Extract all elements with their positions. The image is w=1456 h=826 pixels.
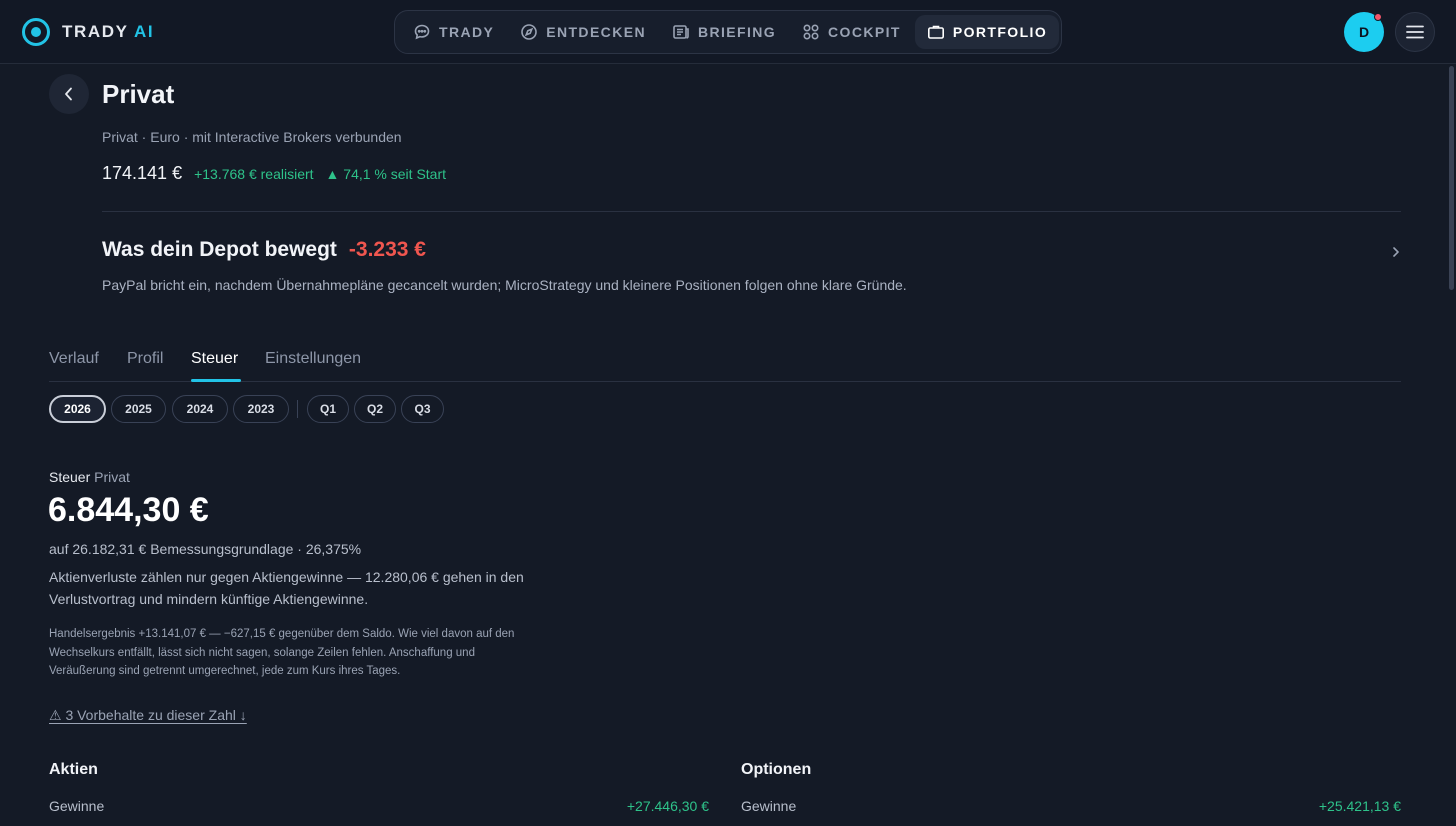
notification-dot [1374, 13, 1382, 21]
nav-item-portfolio[interactable]: PORTFOLIO [914, 15, 1060, 49]
brand[interactable]: TRADY AI [22, 18, 154, 46]
tab-profil[interactable]: Profil [127, 350, 163, 368]
page-title: Privat [102, 79, 175, 109]
optionen-gains-label: Gewinne [741, 798, 797, 814]
aktien-gains-value: +27.446,30 € [626, 798, 709, 814]
optionen-gains-value: +25.421,13 € [1318, 798, 1401, 814]
tab-steuer[interactable]: Steuer [191, 350, 238, 368]
nav-label: PORTFOLIO [952, 24, 1048, 40]
hamburger-icon [1406, 25, 1424, 39]
tab-verlauf[interactable]: Verlauf [49, 350, 99, 368]
tax-label: Steuer Privat [49, 469, 130, 485]
portfolio-value: 174.141 € [102, 163, 183, 183]
menu-button[interactable] [1395, 12, 1435, 52]
since-start-change: ▲ 74,1 % seit Start [325, 166, 447, 182]
back-button[interactable] [49, 74, 89, 114]
nav-label: ENTDECKEN [546, 24, 646, 40]
year-pill-2023[interactable]: 2023 [233, 395, 289, 423]
tab-einstellungen[interactable]: Einstellungen [265, 350, 361, 368]
divider [102, 211, 1401, 212]
quarter-pill-q1[interactable]: Q1 [307, 395, 349, 423]
chat-bubble-icon [414, 24, 430, 40]
caveats-link[interactable]: ⚠ 3 Vorbehalte zu dieser Zahl ↓ [49, 707, 247, 724]
trading-result-note: Handelsergebnis +13.141,07 € — −627,15 €… [49, 628, 515, 677]
nav-label: TRADY [439, 24, 495, 40]
portfolio-value-row: 174.141 € +13.768 € realisiert ▲ 74,1 % … [102, 163, 446, 184]
quarter-pill-q3[interactable]: Q3 [401, 395, 444, 423]
avatar-initial: D [1358, 24, 1370, 40]
quarter-pill-q2[interactable]: Q2 [354, 395, 396, 423]
active-tab-indicator [191, 379, 241, 382]
year-pill-2024[interactable]: 2024 [172, 395, 228, 423]
scrollbar[interactable] [1449, 66, 1454, 290]
chevron-left-icon [65, 87, 72, 101]
nav-item-cockpit[interactable]: COCKPIT [790, 15, 913, 49]
portfolio-subtitle: Privat · Euro · mit Interactive Brokers … [102, 129, 402, 145]
briefcase-icon [927, 25, 944, 39]
avatar[interactable]: D [1344, 12, 1384, 52]
insight-value: -3.233 € [348, 238, 426, 261]
section-title-optionen: Optionen [741, 761, 812, 778]
tax-loss-note: Aktienverluste zählen nur gegen Aktienge… [49, 569, 524, 607]
insight-text: PayPal bricht ein, nachdem Übernahmeplän… [102, 277, 907, 293]
newspaper-icon [673, 25, 689, 39]
portfolio-tabs: Verlauf Profil Steuer Einstellungen [49, 346, 1401, 382]
tax-amount: 6.844,30 € [48, 491, 209, 529]
aktien-gains-label: Gewinne [49, 798, 105, 814]
nav-item-entdecken[interactable]: ENTDECKEN [508, 15, 658, 49]
nav-label: BRIEFING [697, 24, 777, 40]
tax-basis: auf 26.182,31 € Bemessungsgrundlage · 26… [49, 541, 362, 557]
section-title-aktien: Aktien [49, 761, 98, 778]
nav-item-briefing[interactable]: BRIEFING [660, 15, 788, 49]
logo-icon [22, 18, 50, 46]
nav-label: COCKPIT [828, 24, 901, 40]
year-pill-2025[interactable]: 2025 [111, 395, 166, 423]
compass-icon [521, 24, 538, 40]
nav-item-trady[interactable]: TRADY [401, 15, 506, 49]
top-bar: TRADY AI TRADY ENTDECKEN BRIEFING COCKPI… [0, 0, 1456, 64]
main-nav: TRADY ENTDECKEN BRIEFING COCKPIT PORTFOL… [394, 10, 1062, 54]
depot-insight-header[interactable]: Was dein Depot bewegt -3.233 € [102, 238, 426, 262]
chevron-right-icon[interactable] [1388, 243, 1404, 261]
realized-gain: +13.768 € realisiert [194, 166, 314, 182]
grid-icon [803, 24, 819, 40]
year-pill-2026[interactable]: 2026 [49, 395, 106, 423]
filter-separator [297, 400, 298, 418]
brand-name: TRADY AI [62, 22, 155, 41]
insight-title: Was dein Depot bewegt [102, 238, 337, 261]
